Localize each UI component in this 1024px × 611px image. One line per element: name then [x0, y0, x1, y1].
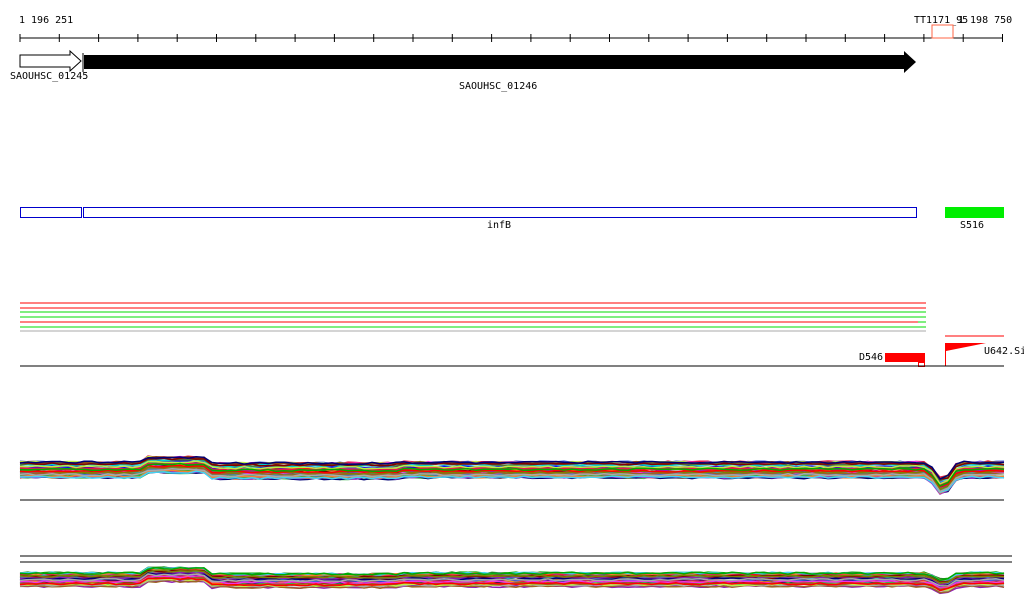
- gene-arrow-saouhsc-01245[interactable]: [19, 49, 82, 73]
- ruler-marker-label: TT1171_95: [914, 15, 968, 26]
- coverage-track-1: [19, 455, 1005, 496]
- feature-box-infb[interactable]: [83, 207, 917, 218]
- ruler: 1 196 251 1 198 750 TT1171_95: [19, 15, 1012, 42]
- signal-bar-d546[interactable]: [885, 353, 925, 362]
- gene-label-saouhsc-01246: SAOUHSC_01246: [459, 81, 537, 92]
- signal-label-d546: D546: [859, 352, 883, 363]
- gene-arrow-saouhsc-01246[interactable]: [84, 51, 916, 73]
- feature-box-small[interactable]: [20, 207, 82, 218]
- marker-box[interactable]: [931, 24, 954, 39]
- signal-track: D546 U642.Si: [20, 302, 1024, 367]
- feature-label-s516: S516: [960, 220, 984, 231]
- feature-track: infB S516: [20, 207, 1004, 231]
- signal-peak-u642[interactable]: [945, 343, 986, 366]
- signal-label-u642: U642.Si: [984, 346, 1024, 357]
- ruler-start-label: 1 196 251: [19, 15, 73, 26]
- feature-label-infb: infB: [487, 220, 511, 231]
- gene-label-saouhsc-01245: SAOUHSC_01245: [10, 71, 88, 82]
- genome-browser-view: 1 196 251 1 198 750 TT1171_95 SAOUHSC_01…: [10, 15, 1024, 595]
- coverage-track-2: [19, 566, 1005, 595]
- feature-box-s516[interactable]: [945, 207, 1004, 218]
- gene-track: SAOUHSC_01245 SAOUHSC_01246: [10, 49, 916, 92]
